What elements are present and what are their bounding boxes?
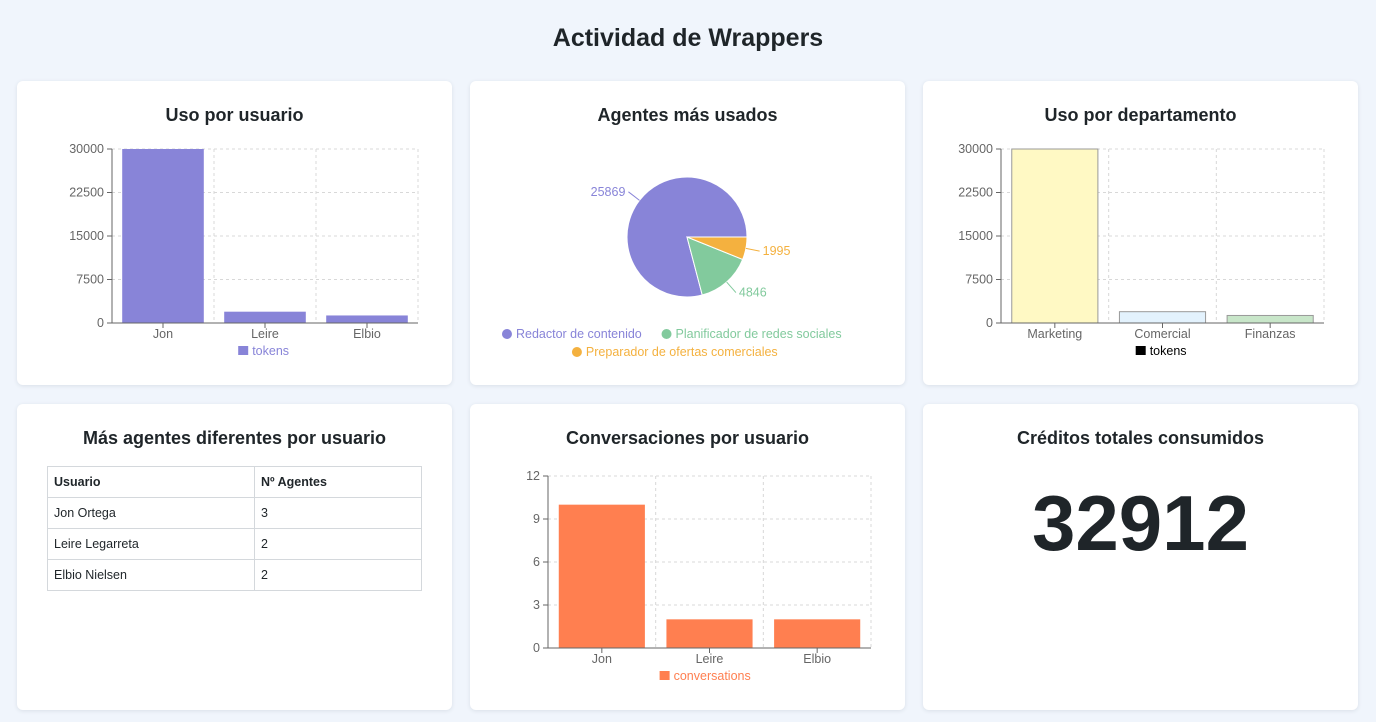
y-tick-label: 30000 — [958, 142, 993, 156]
y-tick-label: 15000 — [69, 229, 104, 243]
usage-by-department-chart: 0 7500 15000 22500 30000 Marketing Comercial Fi… — [958, 142, 1325, 358]
legend-swatch — [1135, 346, 1146, 355]
x-tick-label: Elbio — [353, 327, 381, 341]
y-tick-label: 9 — [533, 512, 540, 526]
card-conversations-by-user: Conversaciones por usuario 0 3 6 9 12 Jon Leir… — [470, 404, 905, 710]
bar — [558, 504, 645, 648]
bar — [774, 619, 861, 648]
x-tick-label: Comercial — [1134, 327, 1190, 341]
bar — [1118, 311, 1207, 324]
pie-label-line — [745, 247, 760, 252]
usage-by-user-chart: 0 7500 15000 22500 30000 Jon Leire Elbio tokens — [69, 142, 419, 358]
x-tick-label: Elbio — [803, 652, 831, 666]
cell-agents: 2 — [254, 528, 422, 560]
y-tick-label: 15000 — [958, 229, 993, 243]
table-header-row: Usuario Nº Agentes — [47, 466, 422, 498]
y-tick-label: 0 — [97, 316, 104, 330]
y-tick-label: 22500 — [958, 186, 993, 200]
card-total-credits: Créditos totales consumidos 32912 — [923, 404, 1358, 710]
legend-label: tokens — [1150, 344, 1187, 358]
y-tick-label: 0 — [986, 316, 993, 330]
legend-swatch — [661, 329, 672, 339]
pie-label-line — [726, 281, 737, 293]
pie-data-label: 1995 — [763, 244, 791, 258]
pie-data-label: 25869 — [591, 185, 626, 199]
pie-data-label: 4846 — [739, 286, 767, 300]
top-agents-pie-chart: 25869 4846 1995 Redactor de contenido Planif… — [501, 176, 842, 359]
total-credits-value: 32912 — [1032, 479, 1249, 567]
card-usage-by-user: Uso por usuario 0 7500 15000 22500 30000 Jon L… — [17, 81, 452, 385]
x-tick-label: Finanzas — [1245, 327, 1296, 341]
bar — [1226, 314, 1314, 324]
y-tick-label: 30000 — [69, 142, 104, 156]
table-row: Leire Legarreta 2 — [47, 528, 422, 560]
table-row: Elbio Nielsen 2 — [47, 559, 422, 591]
cell-user: Elbio Nielsen — [47, 559, 255, 591]
cell-agents: 2 — [254, 559, 422, 591]
bar — [326, 315, 408, 323]
legend-label: conversations — [674, 669, 751, 683]
legend-label: Redactor de contenido — [516, 327, 642, 341]
y-tick-label: 0 — [533, 641, 540, 655]
column-header-agents: Nº Agentes — [254, 466, 422, 498]
bar — [1011, 148, 1099, 324]
y-tick-label: 3 — [533, 598, 540, 612]
y-tick-label: 22500 — [69, 186, 104, 200]
legend-swatch — [238, 346, 249, 355]
pie-label-line — [628, 191, 640, 201]
legend-label: Preparador de ofertas comerciales — [586, 345, 778, 359]
bar — [122, 149, 204, 323]
x-tick-label: Jon — [592, 652, 612, 666]
x-tick-label: Leire — [696, 652, 724, 666]
card-distinct-agents: Más agentes diferentes por usuario Usuar… — [17, 404, 452, 710]
x-tick-label: Jon — [153, 327, 173, 341]
y-tick-label: 12 — [526, 469, 540, 483]
y-tick-label: 6 — [533, 555, 540, 569]
column-header-user: Usuario — [47, 466, 255, 498]
bar — [666, 619, 753, 648]
cell-user: Jon Ortega — [47, 497, 255, 529]
conversations-by-user-chart: 0 3 6 9 12 Jon Leire Elbio conversations — [526, 469, 872, 683]
legend-swatch — [501, 329, 512, 339]
card-usage-by-department: Uso por departamento 0 7500 15000 22500 3000… — [923, 81, 1358, 385]
distinct-agents-table: Usuario Nº Agentes Jon Ortega 3 Leire Le… — [47, 466, 422, 591]
y-tick-label: 7500 — [76, 273, 104, 287]
card-title: Más agentes diferentes por usuario — [82, 428, 387, 448]
y-tick-label: 7500 — [965, 273, 993, 287]
legend-label: Planificador de redes sociales — [676, 327, 842, 341]
x-tick-label: Marketing — [1027, 327, 1082, 341]
page-title: Actividad de Wrappers — [552, 24, 824, 52]
legend-swatch — [571, 347, 582, 357]
bar — [224, 311, 306, 323]
legend-swatch — [659, 671, 670, 680]
card-top-agents: Agentes más usados 25869 4846 1995 Redactor… — [470, 81, 905, 385]
legend-label: tokens — [252, 344, 289, 358]
card-title: Créditos totales consumidos — [1016, 428, 1265, 448]
cell-user: Leire Legarreta — [47, 528, 255, 560]
table-row: Jon Ortega 3 — [47, 497, 422, 529]
cell-agents: 3 — [254, 497, 422, 529]
x-tick-label: Leire — [251, 327, 279, 341]
